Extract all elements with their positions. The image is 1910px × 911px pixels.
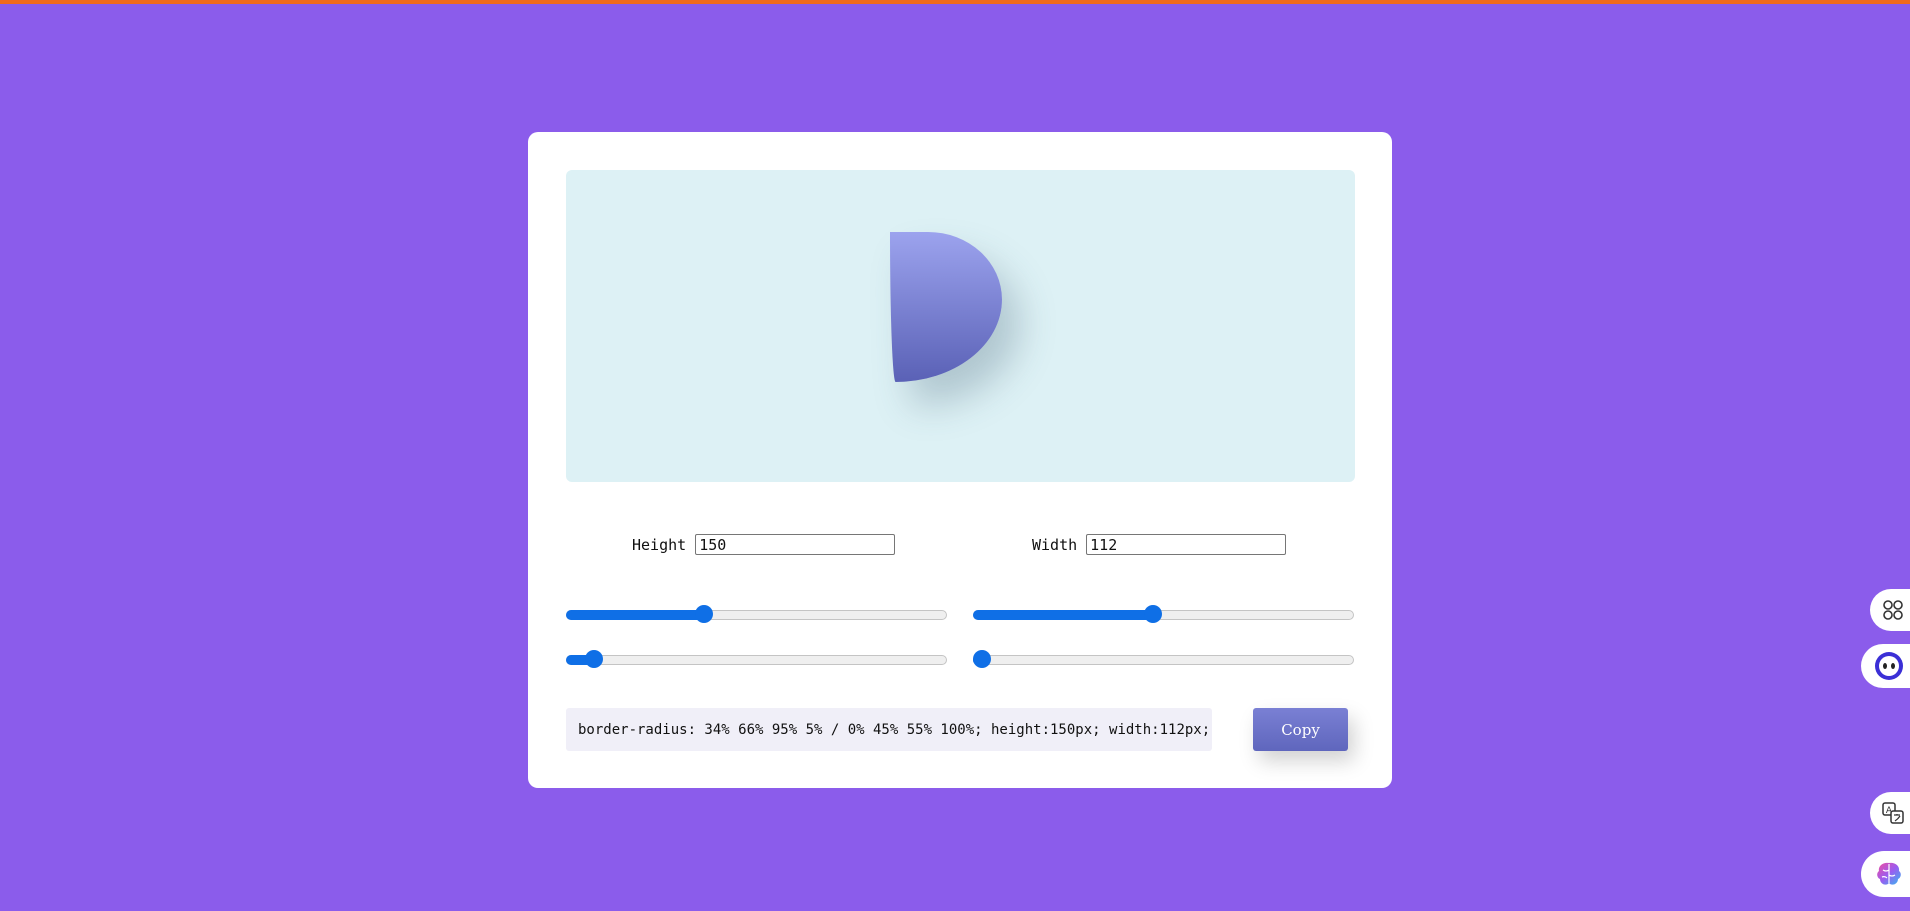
width-input[interactable] <box>1086 534 1287 555</box>
slider-track <box>566 655 947 665</box>
slider-thumb[interactable] <box>585 650 603 668</box>
apps-icon <box>1883 600 1903 620</box>
slider-fill <box>973 610 1153 620</box>
apps-float-button[interactable] <box>1870 589 1910 631</box>
slider-top-right[interactable] <box>973 605 1354 625</box>
brain-float-button[interactable] <box>1861 851 1910 897</box>
slider-bottom-left[interactable] <box>566 650 947 670</box>
height-control: Height <box>632 534 896 555</box>
generator-card <box>528 132 1392 788</box>
brain-icon <box>1876 862 1901 885</box>
height-label: Height <box>632 535 687 554</box>
translate-icon: A <box>1882 802 1904 824</box>
slider-fill <box>566 610 704 620</box>
top-accent-bar <box>0 0 1910 4</box>
copy-button[interactable]: Copy <box>1253 708 1348 751</box>
width-control: Width <box>1032 534 1287 555</box>
translate-float-button[interactable]: A <box>1870 792 1910 834</box>
css-output: border-radius: 34% 66% 95% 5% / 0% 45% 5… <box>566 708 1212 751</box>
slider-thumb[interactable] <box>695 605 713 623</box>
slider-thumb[interactable] <box>1144 605 1162 623</box>
slider-bottom-right[interactable] <box>973 650 1354 670</box>
width-label: Width <box>1032 535 1078 554</box>
slider-thumb[interactable] <box>973 650 991 668</box>
height-input[interactable] <box>695 534 896 555</box>
slider-track <box>973 655 1354 665</box>
bot-icon <box>1874 652 1903 680</box>
slider-top-left[interactable] <box>566 605 947 625</box>
bot-float-button[interactable] <box>1861 644 1910 688</box>
